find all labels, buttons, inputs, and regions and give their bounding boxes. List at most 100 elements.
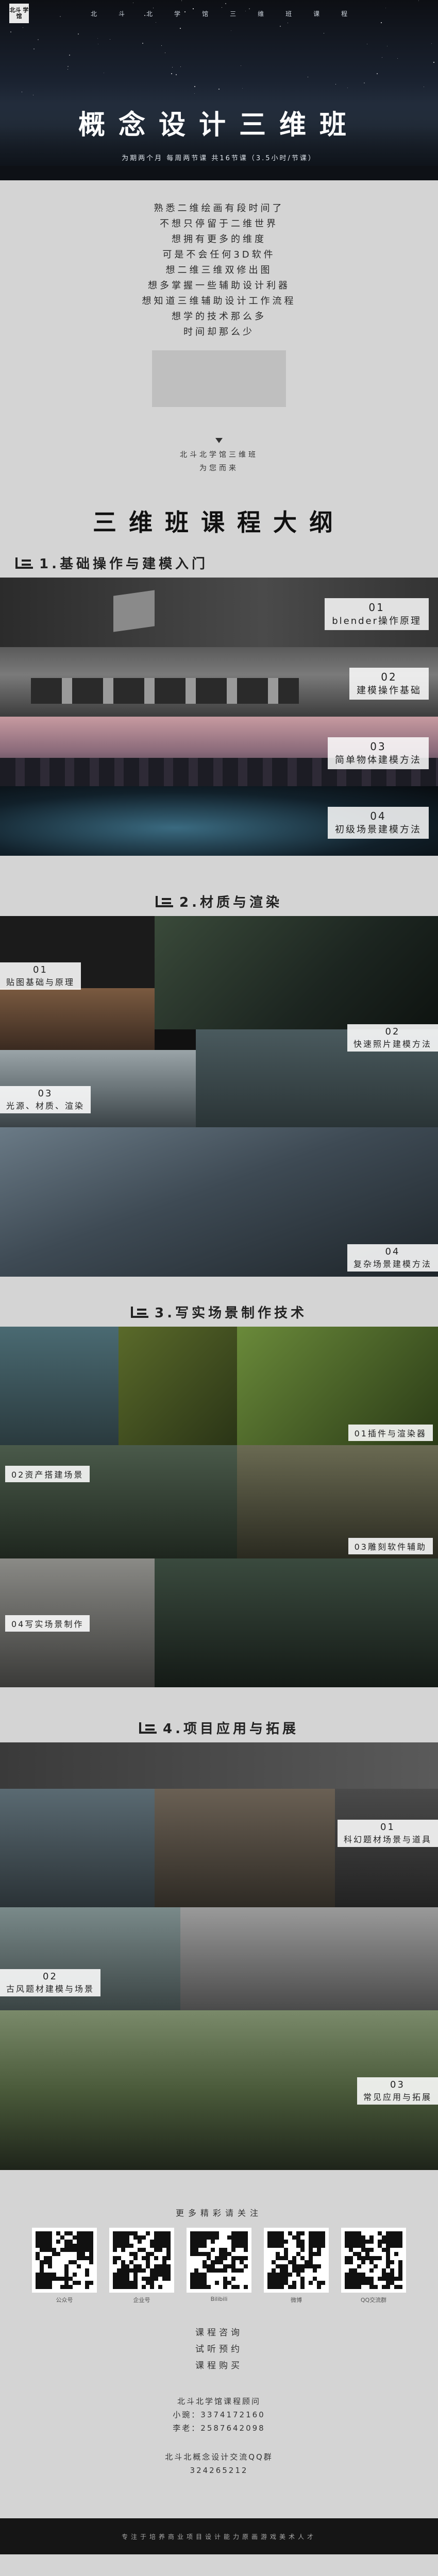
qr-cell bbox=[349, 2240, 353, 2244]
qr-cell bbox=[361, 2273, 365, 2277]
qr-code-icon[interactable] bbox=[264, 2228, 329, 2293]
qr-cell bbox=[219, 2248, 223, 2252]
qr-cell bbox=[215, 2281, 219, 2285]
qr-cell bbox=[60, 2248, 64, 2252]
qr-item[interactable]: 企业号 bbox=[109, 2228, 174, 2304]
qr-caption: 微博 bbox=[291, 2297, 302, 2303]
qr-cell bbox=[390, 2260, 394, 2264]
qr-item[interactable]: 公众号 bbox=[32, 2228, 97, 2304]
qr-cell bbox=[203, 2244, 207, 2248]
qr-item[interactable]: Bilibili bbox=[187, 2228, 251, 2304]
qr-cell bbox=[133, 2256, 138, 2260]
qq-group-number[interactable]: 324265212 bbox=[0, 2464, 438, 2477]
qr-item[interactable]: QQ交流群 bbox=[341, 2228, 406, 2304]
lesson-number: 03 bbox=[38, 1088, 53, 1099]
qr-cell bbox=[69, 2260, 73, 2264]
qr-cell bbox=[40, 2240, 44, 2244]
qr-cell bbox=[231, 2235, 235, 2240]
qr-cell bbox=[162, 2231, 166, 2235]
qr-cell bbox=[207, 2256, 211, 2260]
qr-cell bbox=[154, 2244, 158, 2248]
qr-cell bbox=[394, 2277, 398, 2281]
qr-cell bbox=[48, 2264, 52, 2268]
top-nav: 北 斗 北 学 馆 三 维 班 课 程 bbox=[91, 9, 350, 18]
star-dot bbox=[78, 33, 79, 35]
nav-item[interactable]: 学 bbox=[174, 9, 183, 18]
qr-cell bbox=[77, 2231, 81, 2235]
qr-code-icon[interactable] bbox=[187, 2228, 251, 2293]
nav-item[interactable]: 馆 bbox=[202, 9, 211, 18]
qr-cell bbox=[231, 2231, 235, 2235]
section-heading-text: 4.项目应用与拓展 bbox=[163, 1721, 299, 1737]
qr-cell bbox=[64, 2268, 69, 2273]
qr-cell bbox=[313, 2231, 317, 2235]
qr-cell bbox=[280, 2231, 284, 2235]
cube-render bbox=[113, 590, 155, 632]
qr-cell bbox=[365, 2281, 369, 2285]
qr-cell bbox=[194, 2231, 198, 2235]
lesson-number: 03 bbox=[370, 740, 386, 753]
qr-cell bbox=[365, 2256, 369, 2260]
qr-code-icon[interactable] bbox=[341, 2228, 406, 2293]
nav-item[interactable]: 三 bbox=[230, 9, 239, 18]
nav-item[interactable]: 斗 bbox=[119, 9, 128, 18]
brand-logo[interactable]: 北斗 学馆 bbox=[9, 4, 29, 23]
qr-code-icon[interactable] bbox=[32, 2228, 97, 2293]
qr-cell bbox=[40, 2235, 44, 2240]
nav-item[interactable]: 班 bbox=[285, 9, 295, 18]
qr-cell bbox=[89, 2252, 93, 2256]
nav-item[interactable]: 程 bbox=[341, 9, 350, 18]
tile-scifi-render bbox=[0, 1789, 155, 1907]
qr-cell bbox=[40, 2248, 44, 2252]
qr-cell bbox=[48, 2281, 52, 2285]
qr-code-icon[interactable] bbox=[109, 2228, 174, 2293]
qr-cell bbox=[129, 2252, 133, 2256]
lesson-tag: 04 复杂场景建模方法 bbox=[347, 1244, 438, 1272]
qr-cell bbox=[52, 2273, 56, 2277]
qr-cell bbox=[353, 2240, 357, 2244]
qr-cell bbox=[194, 2277, 198, 2281]
footer-text: 专注于培养商业项目设计能力原画游戏美术人才 bbox=[121, 2533, 316, 2540]
qr-cell bbox=[150, 2277, 154, 2281]
qr-cell bbox=[317, 2240, 321, 2244]
intro-line: 熟悉二维绘画有段时间了 bbox=[154, 203, 284, 214]
qr-cell bbox=[284, 2281, 288, 2285]
qr-cell bbox=[73, 2244, 77, 2248]
qr-cell bbox=[121, 2273, 125, 2277]
qr-cell bbox=[194, 2248, 198, 2252]
qr-cell bbox=[390, 2231, 394, 2235]
qr-cell bbox=[150, 2268, 154, 2273]
qr-cell bbox=[300, 2281, 305, 2285]
qr-cell bbox=[138, 2268, 142, 2273]
qr-cell bbox=[386, 2273, 390, 2277]
qr-cell bbox=[357, 2281, 361, 2285]
qr-cell bbox=[349, 2260, 353, 2264]
qr-cell bbox=[345, 2281, 349, 2285]
contact-phone[interactable]: 李老：2587642098 bbox=[0, 2421, 438, 2435]
mini-callout: 北斗北学馆三维班 为您而来 bbox=[0, 438, 438, 475]
qr-cell bbox=[69, 2240, 73, 2244]
qr-cell bbox=[194, 2281, 198, 2285]
nav-item[interactable]: 北 bbox=[91, 9, 100, 18]
qr-cell bbox=[40, 2281, 44, 2285]
lesson-tag: 01 贴图基础与原理 bbox=[0, 962, 81, 990]
lesson-title: 复杂场景建模方法 bbox=[353, 1259, 432, 1269]
nav-item[interactable]: 课 bbox=[313, 9, 323, 18]
qr-cell bbox=[223, 2248, 227, 2252]
qr-title: 更多精彩请关注 bbox=[175, 2208, 262, 2218]
qr-cell bbox=[235, 2244, 240, 2248]
qr-cell bbox=[361, 2260, 365, 2264]
qr-item[interactable]: 微博 bbox=[264, 2228, 329, 2304]
qr-cell bbox=[276, 2231, 280, 2235]
qr-cell bbox=[386, 2240, 390, 2244]
qr-cell bbox=[146, 2231, 150, 2235]
intro-line: 时间却那么少 bbox=[183, 327, 255, 337]
nav-item[interactable]: 北 bbox=[146, 9, 156, 18]
qr-cell bbox=[194, 2240, 198, 2244]
qr-cell bbox=[280, 2256, 284, 2260]
section-heading-3: 3.写实场景制作技术 bbox=[0, 1297, 438, 1327]
contact-phone[interactable]: 小豌：3374172160 bbox=[0, 2408, 438, 2421]
qr-cell bbox=[211, 2231, 215, 2235]
qr-caption: 企业号 bbox=[133, 2297, 150, 2303]
nav-item[interactable]: 维 bbox=[258, 9, 267, 18]
